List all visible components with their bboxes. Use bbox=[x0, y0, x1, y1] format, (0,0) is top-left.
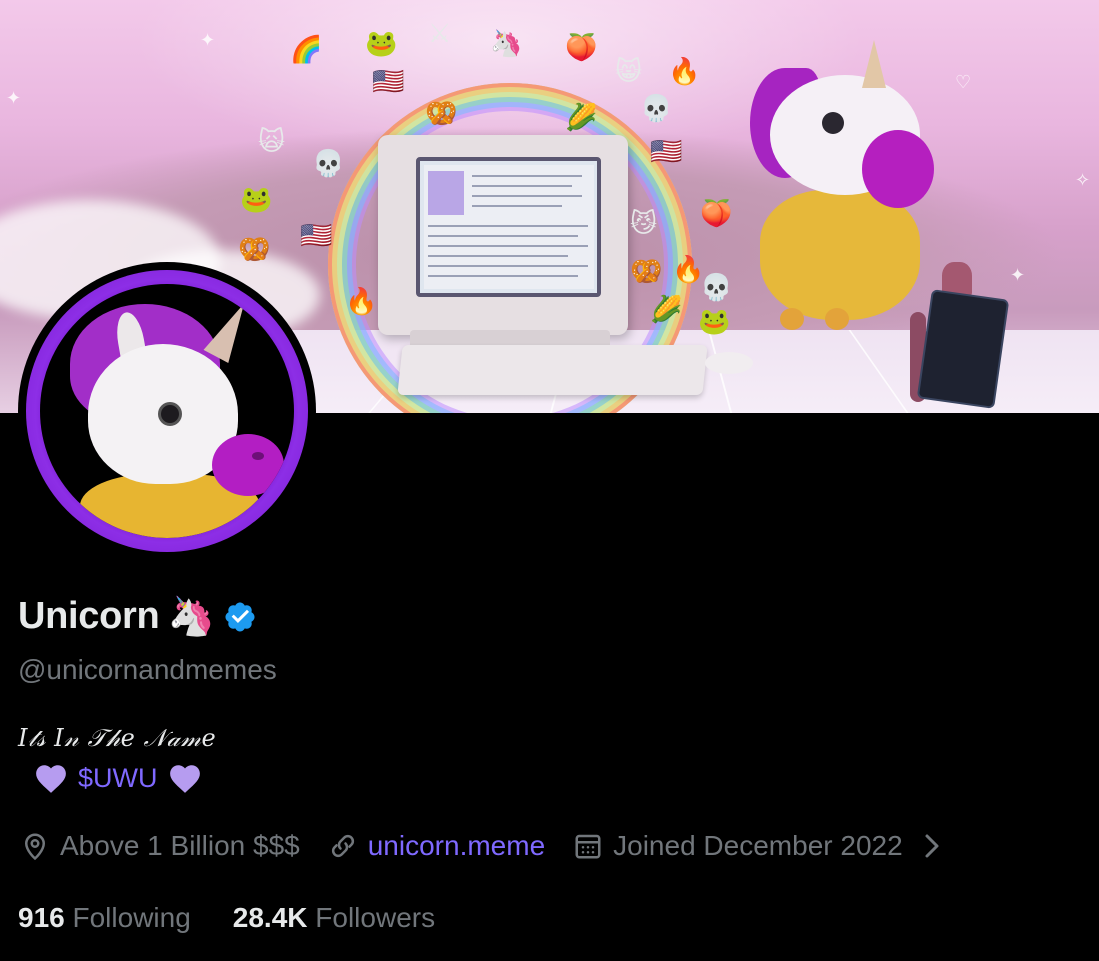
frog-sticker-icon: 🐸 bbox=[240, 184, 273, 214]
skull-sticker-icon: 💀 bbox=[700, 272, 733, 302]
sparkle-icon: ✦ bbox=[200, 30, 216, 50]
follow-stats: 916 Following 28.4K Followers bbox=[18, 902, 435, 934]
cat-sticker-icon: 😸 bbox=[615, 56, 643, 86]
pretzel-sticker-icon: 🥨 bbox=[630, 256, 663, 286]
bio-cashtag-row: $UWU bbox=[34, 762, 202, 794]
chevron-right-icon[interactable] bbox=[917, 831, 947, 861]
following-link[interactable]: 916 Following bbox=[18, 902, 191, 934]
peach-sticker-icon: 🍑 bbox=[700, 198, 733, 228]
pretzel-sticker-icon: 🥨 bbox=[425, 98, 458, 128]
sparkle-icon: ✦ bbox=[6, 88, 22, 108]
verified-badge-icon[interactable] bbox=[223, 600, 257, 634]
corn-sticker-icon: 🌽 bbox=[650, 294, 683, 324]
skull-sticker-icon: 💀 bbox=[640, 93, 673, 123]
joined-item: Joined December 2022 bbox=[573, 830, 903, 862]
cat-sticker-icon: 😼 bbox=[630, 208, 658, 238]
fire-sticker-icon: 🔥 bbox=[668, 56, 701, 86]
following-label: Following bbox=[72, 902, 191, 933]
link-icon bbox=[331, 834, 354, 858]
cashtag-link[interactable]: $UWU bbox=[78, 763, 158, 794]
calendar-icon bbox=[575, 834, 601, 859]
following-count: 916 bbox=[18, 902, 65, 933]
followers-count: 28.4K bbox=[232, 902, 308, 933]
flag-sticker-icon: 🇺🇸 bbox=[300, 220, 333, 250]
computer-mouse bbox=[705, 352, 753, 374]
corn-sticker-icon: 🌽 bbox=[565, 102, 598, 132]
sparkle-icon: ✧ bbox=[1075, 170, 1091, 190]
display-name: Unicorn bbox=[18, 595, 160, 637]
avatar-eye bbox=[158, 402, 182, 426]
skull-sticker-icon: 💀 bbox=[312, 148, 345, 178]
flag-sticker-icon: 🇺🇸 bbox=[650, 136, 683, 166]
purple-heart-icon bbox=[36, 765, 66, 793]
profile-meta: Above 1 Billion $$$ unicorn.meme Joined … bbox=[20, 830, 947, 862]
unicorn-sticker-icon: 🦄 bbox=[490, 28, 523, 58]
location-pin-icon bbox=[24, 833, 46, 861]
avatar-snout bbox=[212, 434, 284, 496]
followers-label: Followers bbox=[315, 902, 436, 933]
unicorn-emoji-icon: 🦄 bbox=[167, 595, 215, 638]
peach-sticker-icon: 🍑 bbox=[565, 32, 598, 62]
crossed-swords-sticker-icon: ⚔ bbox=[428, 18, 452, 48]
sparkle-icon: ✦ bbox=[1010, 265, 1026, 285]
computer-screen bbox=[416, 157, 601, 297]
frog-sticker-icon: 🐸 bbox=[365, 28, 398, 58]
website-item: unicorn.meme bbox=[328, 830, 545, 862]
avatar-horn bbox=[203, 296, 257, 364]
purple-heart-icon bbox=[169, 765, 200, 793]
heart-sparkle-icon: ♡ bbox=[955, 72, 972, 92]
joined-text: Joined December 2022 bbox=[613, 830, 903, 861]
followers-link[interactable]: 28.4K Followers bbox=[233, 902, 435, 934]
bio-text: 𝐼𝓉𝓈 𝐼𝓃 𝒯𝒽𝑒 𝒩𝒶𝓂𝑒 bbox=[18, 724, 217, 752]
website-link[interactable]: unicorn.meme bbox=[368, 830, 545, 862]
retro-computer bbox=[378, 135, 628, 335]
fire-sticker-icon: 🔥 bbox=[345, 286, 378, 316]
keyboard bbox=[397, 345, 708, 395]
location-item: Above 1 Billion $$$ bbox=[20, 830, 300, 862]
location-text: Above 1 Billion $$$ bbox=[60, 830, 300, 861]
profile-avatar[interactable] bbox=[18, 262, 316, 560]
cat-sticker-icon: 🙀 bbox=[258, 126, 286, 156]
sticker-bag bbox=[910, 262, 1010, 409]
avatar-nostril bbox=[252, 452, 264, 460]
rainbow-sticker-icon: 🌈 bbox=[290, 34, 323, 64]
avatar-frame bbox=[26, 270, 308, 552]
flag-sticker-icon: 🇺🇸 bbox=[372, 66, 405, 96]
name-row: Unicorn 🦄 bbox=[18, 595, 257, 638]
pretzel-sticker-icon: 🥨 bbox=[238, 234, 271, 264]
frog-sticker-icon: 🐸 bbox=[698, 306, 731, 336]
user-handle: @unicornandmemes bbox=[18, 654, 277, 685]
